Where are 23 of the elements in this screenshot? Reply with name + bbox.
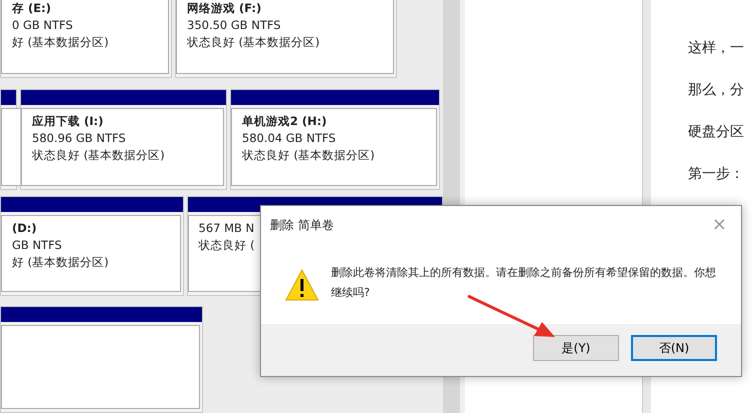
volume-status: 状态良好 ( [198,237,255,254]
volume-title: 应用下载 (I:) [32,112,104,130]
volume-title: (D:) [12,220,37,238]
volume-size: 0 GB NTFS [12,17,73,34]
volume-title: 存 (E:) [12,0,51,17]
article-text: 第一步： [688,166,744,182]
dialog-message: 删除此卷将清除其上的所有数据。请在删除之前备份所有希望保留的数据。你想继续吗? [331,265,717,301]
volume-status: 状态良好 (基本数据分区) [32,146,165,164]
volume-size: 580.04 GB NTFS [242,130,336,147]
volume-status: 状态良好 (基本数据分区) [187,34,320,51]
volume-size: GB NTFS [12,237,62,254]
article-text: 硬盘分区 [688,124,744,140]
volume-title: 网络游戏 (F:) [187,0,262,17]
dialog-title: 删除 简单卷 [270,217,334,234]
volume-status: 好 (基本数据分区) [12,34,109,51]
volume-status: 好 (基本数据分区) [12,254,109,272]
article-text: 这样，一 [688,40,744,56]
volume-status: 状态良好 (基本数据分区) [242,146,375,164]
volume-title: 单机游戏2 (H:) [242,112,327,130]
volume-size: 567 MB N [198,220,254,238]
volume-size: 580.96 GB NTFS [32,130,126,147]
volume-size: 350.50 GB NTFS [187,17,281,34]
article-text: 那么，分 [688,82,744,98]
